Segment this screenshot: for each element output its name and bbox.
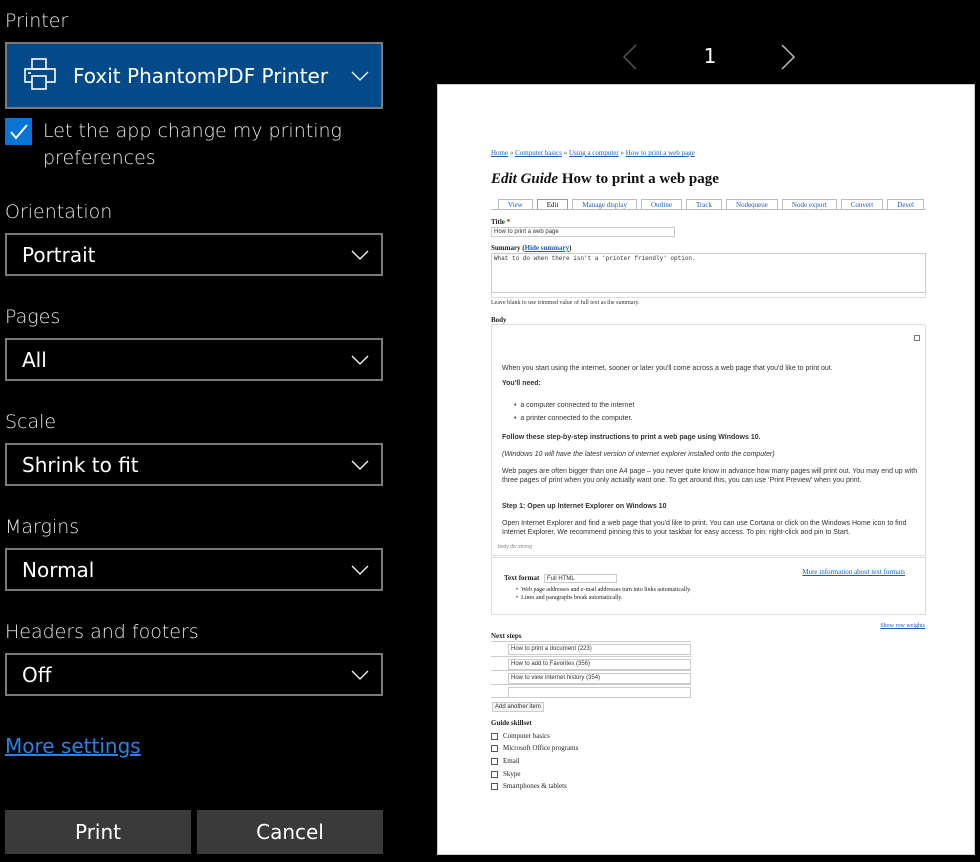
- printer-icon: [23, 57, 57, 95]
- orientation-select[interactable]: Portrait: [5, 233, 383, 276]
- body-text: (Windows 10 will have the latest version…: [502, 451, 775, 458]
- printer-label: Printer: [5, 10, 69, 32]
- body-label: Body: [491, 316, 507, 324]
- pages-select[interactable]: All: [5, 338, 383, 381]
- more-formats-link: More information about text formats: [802, 568, 905, 576]
- body-editor: When you start using the internet, soone…: [491, 324, 926, 556]
- scale-label: Scale: [5, 411, 57, 433]
- chevron-down-icon: [351, 355, 369, 365]
- chevron-down-icon: [351, 71, 369, 81]
- list-item: • a printer connected to the computer.: [514, 414, 633, 422]
- app-preferences-checkbox[interactable]: [5, 118, 32, 145]
- chevron-down-icon: [351, 565, 369, 575]
- chevron-down-icon: [351, 670, 369, 680]
- page-navigation: 1: [600, 38, 820, 74]
- chevron-down-icon: [351, 460, 369, 470]
- text-format-select: Full HTML: [544, 574, 617, 583]
- printer-name: Foxit PhantomPDF Printer: [73, 63, 329, 88]
- body-text: Open Internet Explorer and find a web pa…: [502, 520, 907, 536]
- printer-select[interactable]: Foxit PhantomPDF Printer: [5, 42, 383, 109]
- hide-summary-link: Hide summary: [524, 244, 570, 252]
- breadcrumb-item: Using a computer: [568, 149, 619, 157]
- next-steps-label: Next steps: [491, 632, 522, 640]
- margins-value: Normal: [22, 557, 95, 582]
- summary-field: What to do when there isn't a 'printer f…: [491, 253, 926, 293]
- maximize-icon: [914, 335, 920, 341]
- table-row: [491, 684, 691, 698]
- breadcrumb-item: How to print a web page: [625, 149, 695, 157]
- show-row-weights-link: Show row weights: [880, 623, 925, 629]
- text-format-box: Text format Full HTML • Web page address…: [491, 557, 926, 615]
- margins-select[interactable]: Normal: [5, 548, 383, 591]
- headers-footers-value: Off: [22, 662, 52, 687]
- orientation-label: Orientation: [5, 201, 113, 223]
- next-page-icon[interactable]: [780, 44, 796, 70]
- checkbox-icon: [491, 782, 498, 790]
- pages-label: Pages: [5, 306, 61, 328]
- app-preferences-option[interactable]: Let the app change my printing preferenc…: [5, 118, 385, 172]
- format-tips: • Web page addresses and e-mail addresse…: [516, 586, 691, 602]
- body-text: When you start using the internet, soone…: [502, 365, 833, 372]
- page-number: 1: [703, 44, 717, 68]
- add-another-item-button: Add another item: [492, 702, 544, 712]
- body-heading: Step 1: Open up Internet Explorer on Win…: [502, 503, 667, 510]
- skillset-option: Email: [491, 757, 520, 765]
- needs-list: • a computer connected to the internet •…: [502, 402, 920, 423]
- skillset-option: Skype: [491, 770, 521, 778]
- breadcrumb-item: Computer basics: [515, 149, 562, 157]
- summary-resize: [491, 294, 926, 298]
- skillset-option: Smartphones & tablets: [491, 782, 567, 790]
- checkbox-icon: [491, 757, 498, 765]
- chevron-down-icon: [351, 250, 369, 260]
- page-title: Edit Guide How to print a web page: [491, 171, 719, 188]
- body-text: Web pages are often bigger than one A4 p…: [502, 468, 918, 484]
- table-row: How to view internet history (354): [491, 670, 691, 684]
- body-heading: Follow these step-by-step instructions t…: [502, 434, 761, 441]
- print-settings-panel: Printer Foxit PhantomPDF Printer Let the…: [0, 0, 390, 862]
- skillset-option: Computer basics: [491, 732, 550, 740]
- more-settings-link[interactable]: More settings: [5, 734, 141, 758]
- list-item: • a computer connected to the internet: [514, 402, 635, 409]
- text-format-label: Text format: [504, 574, 540, 582]
- checkbox-icon: [491, 744, 498, 752]
- breadcrumb: Home » Computer basics » Using a compute…: [491, 149, 695, 157]
- summary-hint: Leave blank to use trimmed value of full…: [491, 300, 640, 306]
- title-field-label: Title *: [491, 218, 511, 226]
- orientation-value: Portrait: [22, 242, 96, 267]
- checkmark-icon: [9, 123, 28, 140]
- skillset-option: Microsoft Office programs: [491, 744, 578, 752]
- summary-label: Summary (Hide summary): [491, 244, 572, 252]
- cancel-button[interactable]: Cancel: [197, 810, 383, 854]
- tab-divider: [491, 209, 926, 210]
- title-field: How to print a web page: [491, 227, 675, 237]
- body-heading: You'll need:: [502, 380, 541, 387]
- headers-footers-select[interactable]: Off: [5, 653, 383, 696]
- table-row: How to add to Favorites (356): [491, 656, 691, 670]
- pages-value: All: [22, 347, 47, 372]
- format-tip: • Web page addresses and e-mail addresse…: [516, 587, 692, 593]
- breadcrumb-item: Home: [491, 149, 509, 157]
- headers-footers-label: Headers and footers: [5, 621, 199, 643]
- checkbox-icon: [491, 732, 498, 740]
- table-row: How to print a document (223): [491, 641, 691, 655]
- title-text: How to print a web page: [561, 171, 719, 187]
- previous-page-icon[interactable]: [622, 44, 638, 70]
- scale-select[interactable]: Shrink to fit: [5, 443, 383, 486]
- title-prefix: Edit Guide: [491, 171, 559, 187]
- margins-label: Margins: [5, 516, 80, 538]
- checkbox-icon: [491, 770, 498, 778]
- format-tip: • Lines and paragraphs break automatical…: [516, 595, 623, 601]
- print-preview-page: Home » Computer basics » Using a compute…: [437, 84, 975, 855]
- print-button[interactable]: Print: [5, 810, 191, 854]
- element-path: body div strong: [498, 544, 532, 550]
- skillset-label: Guide skillset: [491, 719, 532, 727]
- app-preferences-label: Let the app change my printing preferenc…: [43, 120, 342, 169]
- scale-value: Shrink to fit: [22, 452, 139, 477]
